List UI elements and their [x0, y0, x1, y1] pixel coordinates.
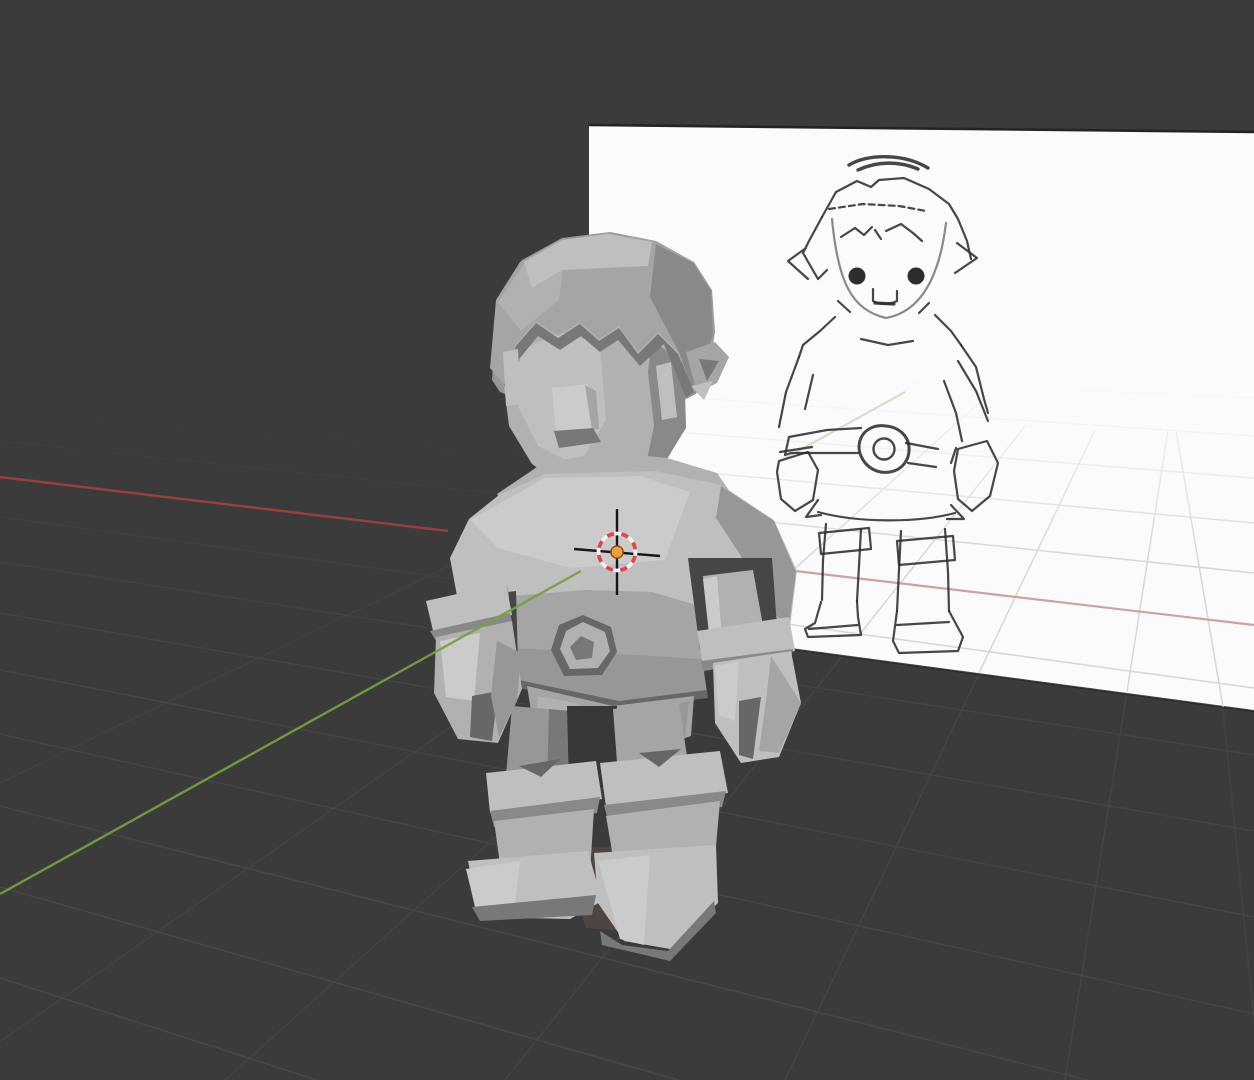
origin-dot [612, 547, 623, 558]
blender-window [0, 0, 1254, 1080]
sideburn-left [503, 349, 521, 406]
hand-left-light [440, 633, 480, 701]
viewport-3d[interactable] [0, 0, 1254, 1080]
sketch-mouth-bottom [875, 303, 894, 304]
sketch-eye-left [849, 268, 866, 285]
sketch-eye-right [908, 268, 925, 285]
